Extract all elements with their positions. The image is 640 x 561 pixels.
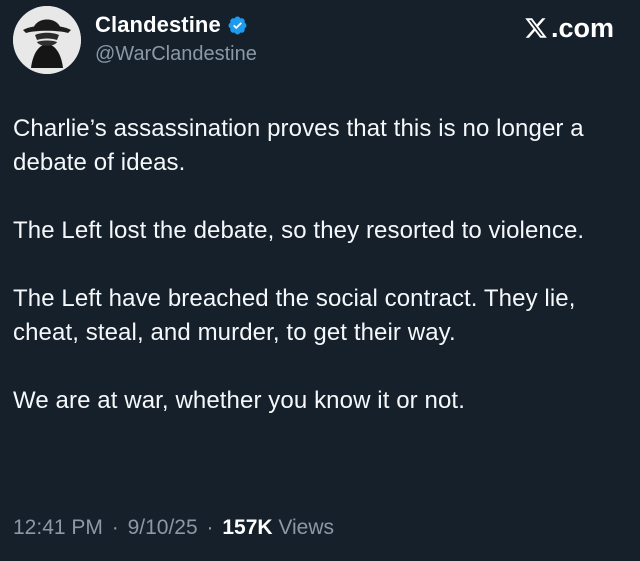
tweet-header: Clandestine @WarClandestine .com <box>13 6 627 76</box>
views-count[interactable]: 157K <box>222 516 272 539</box>
meta-separator: · <box>206 516 214 539</box>
tweet-text: Charlie’s assassination proves that this… <box>13 112 623 418</box>
tweet-paragraph-2: The Left lost the debate, so they resort… <box>13 217 585 244</box>
brand-label: .com <box>523 13 614 43</box>
tweet-paragraph-4: We are at war, whether you know it or no… <box>13 387 465 414</box>
tweet-date[interactable]: 9/10/25 <box>128 516 198 539</box>
tweet-paragraph-3: The Left have breached the social contra… <box>13 285 576 346</box>
verified-badge-icon[interactable] <box>227 15 248 36</box>
tweet-card: Clandestine @WarClandestine .com Charlie… <box>0 0 640 561</box>
avatar[interactable] <box>13 6 81 74</box>
x-logo-icon <box>525 18 547 38</box>
author-handle[interactable]: @WarClandestine <box>95 42 455 66</box>
tweet-paragraph-1: Charlie’s assassination proves that this… <box>13 115 584 176</box>
brand-text: .com <box>550 13 614 43</box>
fedora-figure-icon <box>13 6 81 74</box>
views-label: Views <box>278 516 335 539</box>
meta-separator: · <box>111 516 119 539</box>
display-name-row: Clandestine <box>95 12 455 38</box>
author-info: Clandestine @WarClandestine <box>95 12 455 72</box>
tweet-time[interactable]: 12:41 PM <box>13 516 103 539</box>
display-name[interactable]: Clandestine <box>95 12 221 38</box>
tweet-meta: 12:41 PM · 9/10/25 · 157K Views <box>13 514 334 542</box>
